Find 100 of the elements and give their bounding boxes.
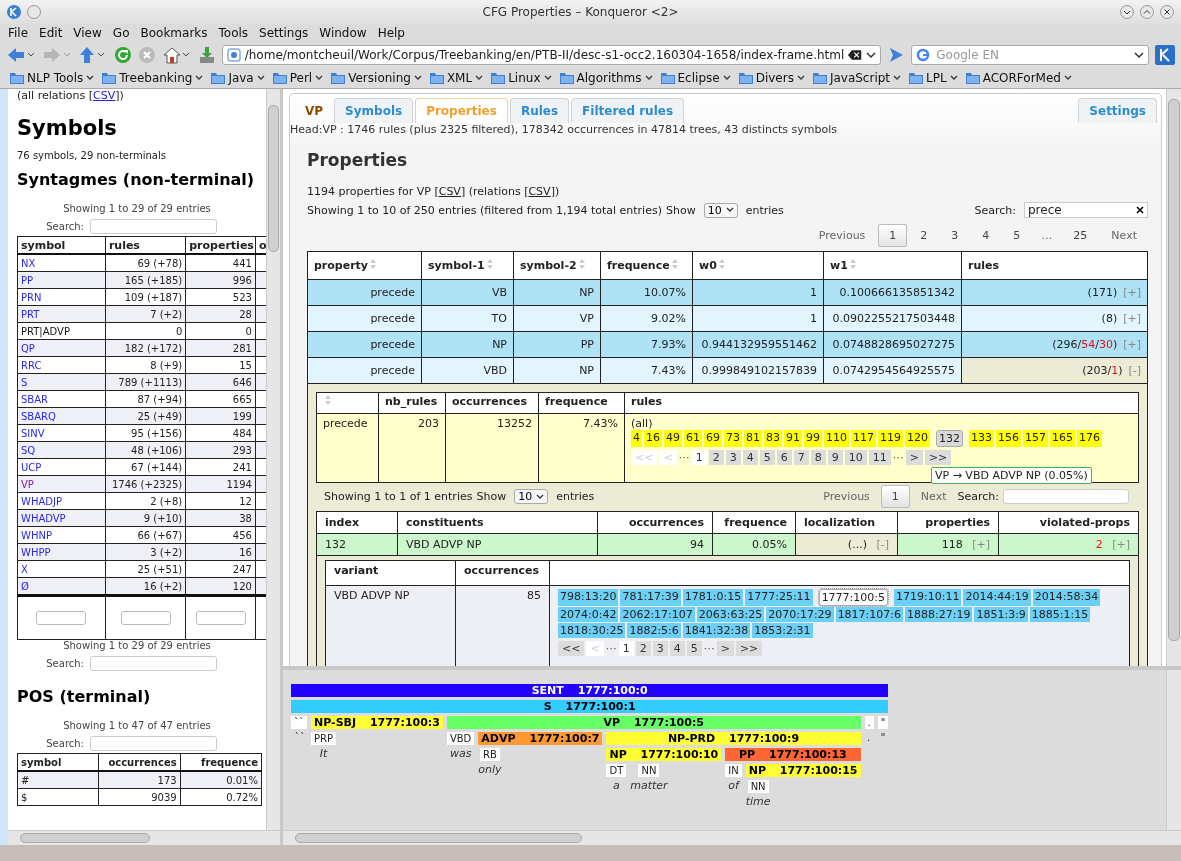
clear-icon[interactable] [848, 48, 863, 62]
location-chip[interactable]: 2062:17:107 [620, 607, 695, 622]
page-button[interactable]: << [558, 641, 585, 656]
location-chip[interactable]: 1817:107:6 [835, 607, 904, 622]
page-size-select[interactable]: 10 [703, 202, 738, 218]
rule-chip[interactable]: 176 [1077, 430, 1102, 447]
symbol-link[interactable]: VP [21, 478, 34, 490]
app-icon[interactable] [6, 4, 22, 20]
page-button[interactable]: 3 [725, 450, 741, 465]
csv-link[interactable]: CSV [93, 89, 116, 102]
phrase-node[interactable]: ADVP 1777:100:7 [478, 732, 603, 745]
location-chip[interactable]: 2074:0:42 [558, 607, 619, 622]
web-search-field[interactable]: Google EN [911, 45, 1149, 65]
page-button[interactable]: 1 [880, 485, 910, 508]
phrase-node[interactable]: VP 1777:100:5 [446, 716, 861, 729]
column-header[interactable]: w1 [823, 251, 962, 280]
symbol-link[interactable]: Ø [21, 580, 29, 592]
location-chip[interactable]: 1885:1:15 [1029, 607, 1091, 622]
vertical-scrollbar[interactable] [266, 89, 280, 830]
page-button[interactable]: 25 [1062, 224, 1099, 247]
rule-chip[interactable]: 110 [824, 430, 849, 447]
page-button[interactable]: 1 [618, 641, 634, 656]
rule-chip[interactable]: 165 [1050, 430, 1075, 447]
bookmark-folder[interactable]: NLP Tools [8, 71, 97, 85]
rule-chip[interactable]: 61 [684, 430, 702, 447]
column-header[interactable]: occurrences [597, 511, 713, 534]
location-chip[interactable]: 798:13:20 [558, 589, 619, 606]
address-field[interactable]: /home/montcheuil/Work/Corpus/Treebanking/en/PTB-II/desc-s1-occ2.160304-1658/index-frame.html [221, 45, 882, 65]
download-icon[interactable] [197, 46, 216, 64]
page-button[interactable]: 3 [652, 641, 668, 656]
column-header[interactable]: nb_rules [378, 392, 446, 414]
column-header[interactable]: properties [897, 511, 999, 534]
horizontal-scrollbar[interactable] [8, 830, 280, 845]
rule-chip[interactable]: 119 [878, 430, 903, 447]
page-button[interactable]: 3 [940, 224, 970, 247]
symbol-link[interactable]: QP [21, 342, 35, 354]
phrase-node[interactable]: NP-SBJ 1777:100:3 [311, 716, 443, 729]
page-button[interactable]: 2 [708, 450, 724, 465]
search-field[interactable] [1003, 489, 1129, 504]
home-icon[interactable] [161, 46, 192, 64]
column-header[interactable]: properties [185, 236, 256, 254]
rule-chip[interactable]: 156 [996, 430, 1021, 447]
symbol-link[interactable]: UCP [21, 461, 42, 473]
search-field[interactable]: prece [1024, 202, 1148, 218]
bookmark-folder[interactable]: Linux [489, 71, 554, 85]
location-chip[interactable]: 2063:63:25 [696, 607, 765, 622]
forward-arrow-icon[interactable] [41, 46, 72, 64]
column-header[interactable]: frequence [712, 511, 796, 534]
minimize-icon[interactable] [1119, 4, 1135, 20]
rule-chip[interactable]: 69 [704, 430, 722, 447]
vertical-scrollbar[interactable] [1166, 89, 1181, 666]
page-button[interactable]: 1 [691, 450, 707, 465]
location-chip[interactable]: 2070:17:29 [766, 607, 834, 622]
column-header[interactable]: frequence [600, 251, 693, 280]
symbol-link[interactable]: X [21, 563, 28, 575]
bookmark-folder[interactable]: Versioning [329, 71, 424, 85]
rule-chip[interactable]: 157 [1023, 430, 1048, 447]
menu-item[interactable]: Tools [218, 26, 249, 40]
bookmark-folder[interactable]: Java [209, 71, 267, 85]
page-button[interactable]: 5 [759, 450, 775, 465]
bookmark-folder[interactable]: Treebanking [100, 71, 206, 85]
dropdown-icon[interactable] [866, 50, 877, 60]
column-header[interactable]: symbol-1 [421, 251, 514, 280]
menu-item[interactable]: Window [319, 26, 367, 40]
menu-item[interactable]: Go [112, 26, 130, 40]
bookmark-folder[interactable]: Perl [270, 71, 326, 85]
page-button[interactable]: 4 [742, 450, 758, 465]
location-chip[interactable]: 1841:32:38 [682, 623, 751, 638]
location-chip[interactable]: 1853:2:31 [752, 623, 813, 638]
column-header[interactable]: constituents [397, 511, 598, 534]
location-chip[interactable]: 1888:27:19 [905, 607, 973, 622]
bookmark-folder[interactable]: Divers [736, 71, 807, 85]
rule-chip[interactable]: 117 [851, 430, 876, 447]
page-button[interactable]: 5 [686, 641, 702, 656]
reload-icon[interactable] [113, 46, 132, 64]
column-header[interactable]: rules [961, 251, 1148, 280]
phrase-node[interactable]: SENT 1777:100:0 [291, 684, 889, 697]
location-chip[interactable]: 1882:5:6 [627, 623, 681, 638]
rule-chip[interactable]: 83 [764, 430, 782, 447]
menu-item[interactable]: Bookmarks [140, 26, 208, 40]
page-button[interactable]: 2 [909, 224, 939, 247]
location-chip[interactable]: 1851:3:9 [974, 607, 1028, 622]
column-header[interactable]: index [316, 511, 398, 534]
symbol-link[interactable]: SQ [21, 444, 36, 456]
filter-field[interactable] [195, 611, 246, 625]
bookmark-folder[interactable]: XML [427, 71, 486, 85]
pagination-link[interactable]: Next [913, 485, 954, 508]
rule-chip[interactable]: 49 [664, 430, 682, 447]
page-button[interactable]: > [905, 450, 923, 465]
phrase-node[interactable]: PP 1777:100:13 [725, 748, 861, 761]
menu-item[interactable]: Settings [259, 26, 309, 40]
rule-chip[interactable]: 73 [724, 430, 742, 447]
location-chip[interactable]: 1818:30:25 [558, 623, 626, 638]
column-header[interactable]: rules [624, 392, 1139, 414]
column-header[interactable]: localization [795, 511, 898, 534]
location-chip[interactable]: 2014:58:34 [1032, 589, 1101, 606]
page-button[interactable]: 10 [844, 450, 867, 465]
bookmark-folder[interactable]: ACORForMed [963, 71, 1074, 85]
location-chip[interactable]: 1777:25:11 [745, 589, 813, 606]
page-button[interactable]: > [716, 641, 734, 656]
